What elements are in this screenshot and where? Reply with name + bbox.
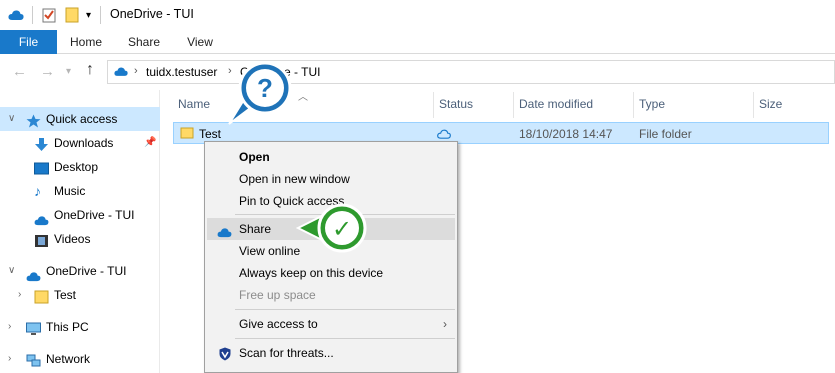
properties-icon[interactable] (42, 5, 56, 25)
sort-ascending-icon: ︿ (298, 92, 308, 103)
cloud-status-icon (437, 128, 451, 142)
forward-arrow-icon[interactable]: → (40, 63, 55, 80)
nav-item-onedrive-quick[interactable]: OneDrive - TUI (0, 203, 160, 227)
question-callout: ? (223, 60, 299, 131)
collapse-chevron-icon[interactable]: ∨ (8, 107, 15, 131)
menu-item-give-access[interactable]: Give access to › (207, 313, 455, 335)
folder-icon (180, 126, 194, 143)
tab-home[interactable]: Home (62, 30, 110, 54)
star-icon (26, 112, 41, 128)
up-arrow-icon[interactable]: ↑ (86, 61, 94, 79)
context-menu: Open Open in new window Pin to Quick acc… (204, 141, 458, 373)
new-folder-icon[interactable] (65, 5, 79, 25)
nav-item-videos[interactable]: Videos (0, 227, 160, 251)
file-name: Test (199, 127, 222, 141)
navigation-pane: ∨ Quick access Downloads 📌 Desktop ♪ Mus… (0, 90, 160, 373)
submenu-arrow-icon: › (443, 317, 447, 331)
file-date-modified: 18/10/2018 14:47 (519, 127, 613, 141)
menu-item-scan-threats[interactable]: Scan for threats... (207, 342, 455, 364)
question-mark-icon: ? (257, 73, 273, 103)
address-bar[interactable]: › tuidx.testuser › OneDrive - TUI (107, 60, 835, 84)
check-callout: ✓ (295, 202, 372, 257)
navigation-bar: ← → ▾ ↑ › tuidx.testuser › OneDrive - TU… (0, 54, 835, 90)
title-bar: ▾ OneDrive - TUI (0, 0, 835, 30)
onedrive-cloud-icon (114, 66, 128, 80)
pin-icon[interactable]: 📌 (144, 131, 156, 155)
folder-icon (34, 288, 49, 304)
nav-item-desktop[interactable]: Desktop (0, 155, 160, 179)
nav-item-onedrive[interactable]: ∨ OneDrive - TUI (0, 259, 160, 283)
column-header-date-modified[interactable]: Date modified (519, 92, 593, 118)
window-title: OneDrive - TUI (110, 7, 194, 21)
music-note-icon: ♪ (34, 183, 41, 199)
nav-item-test[interactable]: › Test (0, 283, 160, 307)
computer-icon (26, 320, 41, 335)
onedrive-cloud-icon (26, 266, 41, 282)
file-type: File folder (639, 127, 692, 141)
menu-item-open[interactable]: Open (207, 146, 455, 168)
onedrive-cloud-icon (8, 5, 24, 25)
nav-item-music[interactable]: ♪ Music (0, 179, 160, 203)
ribbon-tabs: File Home Share View (0, 30, 835, 54)
column-header-size[interactable]: Size (759, 92, 782, 118)
nav-item-downloads[interactable]: Downloads 📌 (0, 131, 160, 155)
checkmark-icon: ✓ (332, 215, 352, 243)
film-strip-icon (34, 232, 49, 247)
onedrive-cloud-icon (34, 210, 49, 226)
network-icon (26, 352, 41, 367)
nav-item-quick-access[interactable]: ∨ Quick access (0, 107, 160, 131)
tab-file[interactable]: File (0, 30, 57, 54)
tab-view[interactable]: View (176, 30, 224, 54)
tab-share[interactable]: Share (120, 30, 168, 54)
column-header-status[interactable]: Status (439, 92, 473, 118)
expand-chevron-icon[interactable]: › (8, 315, 11, 339)
desktop-icon (34, 160, 49, 175)
recent-locations-icon[interactable]: ▾ (66, 66, 71, 77)
nav-item-this-pc[interactable]: › This PC (0, 315, 160, 339)
shield-icon (219, 346, 231, 368)
nav-item-network[interactable]: › Network (0, 347, 160, 371)
expand-chevron-icon[interactable]: › (8, 347, 11, 371)
menu-item-always-keep[interactable]: Always keep on this device (207, 262, 455, 284)
expand-chevron-icon[interactable]: › (18, 283, 21, 307)
column-header-name[interactable]: Name (178, 92, 210, 118)
download-arrow-icon (34, 136, 49, 151)
menu-item-open-new-window[interactable]: Open in new window (207, 168, 455, 190)
menu-item-free-up-space: Free up space (239, 288, 316, 302)
column-header-type[interactable]: Type (639, 92, 665, 118)
collapse-chevron-icon[interactable]: ∨ (8, 259, 15, 283)
breadcrumb-chevron-icon[interactable]: › (134, 65, 138, 77)
back-arrow-icon[interactable]: ← (12, 63, 27, 80)
breadcrumb-user[interactable]: tuidx.testuser (146, 65, 217, 79)
customize-qat-icon[interactable]: ▾ (86, 5, 91, 25)
